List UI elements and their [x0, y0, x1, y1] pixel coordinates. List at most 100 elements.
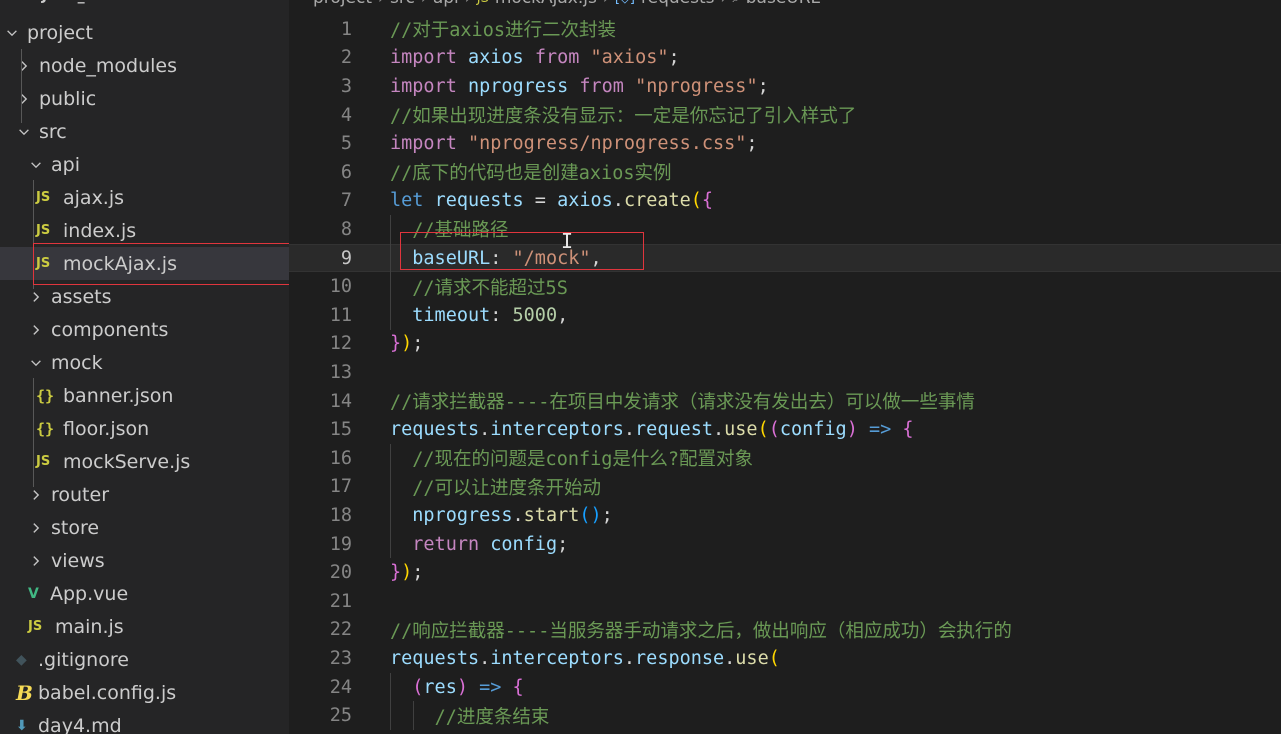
code-text: //请求拦截器----在项目中发请求（请求没有发出去）可以做一些事情 [390, 388, 975, 414]
tree-item-node-modules[interactable]: node_modules [0, 49, 289, 82]
code-line[interactable]: 9 baseURL: "/mock", [289, 243, 1281, 273]
code-line[interactable]: 16 //现在的问题是config是什么?配置对象 [289, 444, 1281, 473]
code-line[interactable]: 5 import "nprogress/nprogress.css"; [289, 129, 1281, 158]
tree-item-api[interactable]: api [0, 148, 289, 181]
breadcrumb-separator-icon: › [465, 0, 471, 7]
code-line[interactable]: 25 //进度条结束 [289, 701, 1281, 730]
breadcrumb-item[interactable]: project [313, 0, 372, 8]
breadcrumb-item[interactable]: src [390, 0, 415, 8]
code-token: axios [467, 47, 524, 69]
code-token: { [902, 419, 914, 441]
tree-item-ajax-js[interactable]: JS ajax.js [0, 181, 289, 214]
chevron-down-icon [4, 16, 20, 49]
git-file-icon: ◆ [16, 651, 27, 668]
code-token: //响应拦截器----当服务器手动请求之后，做出响应（相应成功）会执行的 [390, 620, 1012, 642]
code-token: "nprogress/nprogress.css" [467, 133, 747, 155]
tree-item-src[interactable]: src [0, 115, 289, 148]
line-number: 5 [340, 133, 352, 155]
code-line[interactable]: 10 //请求不能超过5S [289, 272, 1281, 301]
code-line[interactable]: 1 //对于axios进行二次封装 [289, 15, 1281, 44]
line-number: 19 [329, 533, 352, 555]
code-line[interactable]: 18 nprogress.start(); [289, 501, 1281, 530]
code-line[interactable]: 7 let requests = axios.create({ [289, 187, 1281, 216]
breadcrumb-item[interactable]: requests [641, 0, 714, 8]
tree-item-router[interactable]: router [0, 478, 289, 511]
code-token: . [612, 190, 624, 212]
tree-item-index-js[interactable]: JS index.js [0, 214, 289, 247]
code-token: 5000 [512, 304, 558, 326]
tree-item-views[interactable]: views [0, 544, 289, 577]
indent-guide [33, 180, 34, 289]
indent-guide [21, 49, 22, 123]
breadcrumb-item[interactable]: mockAjax.js [495, 0, 597, 8]
code-line[interactable]: 15 requests.interceptors.request.use((con… [289, 415, 1281, 444]
line-number: 15 [329, 419, 352, 441]
code-token: //基础路径 [412, 220, 509, 242]
code-text: //基础路径 [390, 216, 509, 242]
tree-item-babel-config-js[interactable]: Bbabel.config.js [0, 676, 289, 709]
tree-item-mock[interactable]: mock [0, 346, 289, 379]
code-line[interactable]: 19 return config; [289, 530, 1281, 559]
code-line[interactable]: 12}); [289, 330, 1281, 359]
tree-item-assets[interactable]: assets [0, 280, 289, 313]
code-line[interactable]: 6 //底下的代码也是创建axios实例 [289, 158, 1281, 187]
code-line[interactable]: 24 (res) => { [289, 673, 1281, 702]
code-token: . [512, 504, 524, 526]
code-text: import "nprogress/nprogress.css"; [390, 133, 758, 154]
tree-item-mockserve-js[interactable]: JS mockServe.js [0, 445, 289, 478]
property-icon: ⌕ [732, 0, 739, 6]
line-number: 24 [329, 676, 352, 698]
variable-icon: [◇] [615, 0, 635, 6]
tree-item-public[interactable]: public [0, 82, 289, 115]
code-line[interactable]: 11 timeout: 5000, [289, 301, 1281, 330]
code-line[interactable]: 14 //请求拦截器----在项目中发请求（请求没有发出去）可以做一些事情 [289, 387, 1281, 416]
code-token: import [390, 75, 457, 97]
code-token: requests [434, 190, 524, 212]
code-token: , [590, 247, 602, 269]
code-line[interactable]: 13 [289, 358, 1281, 387]
code-line[interactable]: 8 //基础路径 [289, 215, 1281, 244]
tree-item-app-vue[interactable]: V App.vue [0, 577, 289, 610]
code-text: //如果出现进度条没有显示：一定是你忘记了引入样式了 [390, 102, 856, 128]
code-token: //现在的问题是config是什么?配置对象 [412, 449, 754, 471]
code-editor[interactable]: 1 //对于axios进行二次封装 2 import axios from "axio… [289, 12, 1281, 734]
tree-item-store[interactable]: store [0, 511, 289, 544]
breadcrumb-item[interactable]: api [433, 0, 459, 8]
json-file-icon: {} [36, 386, 55, 405]
tree-item-gitignore[interactable]: ◆ .gitignore [0, 643, 289, 676]
tree-item-label: router [51, 483, 110, 506]
code-line[interactable]: 4 //如果出现进度条没有显示：一定是你忘记了引入样式了 [289, 101, 1281, 130]
code-line[interactable]: 21 [289, 587, 1281, 616]
code-line[interactable]: 2 import axios from "axios"; [289, 44, 1281, 73]
code-token: //请求拦截器----在项目中发请求（请求没有发出去）可以做一些事情 [390, 392, 975, 414]
tree-item-mockajax-js[interactable]: JS mockAjax.js [0, 247, 289, 280]
code-token: create [623, 190, 691, 212]
tree-item-project[interactable]: project [0, 16, 289, 49]
tree-item-label: babel.config.js [38, 681, 177, 704]
code-token: use [735, 647, 769, 669]
tree-item-main-js[interactable]: JS main.js [0, 610, 289, 643]
code-line[interactable]: 3 import nprogress from "nprogress"; [289, 72, 1281, 101]
code-text: return config; [390, 534, 568, 555]
code-token: interceptors [490, 419, 624, 441]
code-line[interactable]: 17 //可以让进度条开始动 [289, 473, 1281, 502]
code-token: : [490, 247, 513, 269]
tree-item-banner-json[interactable]: {} banner.json [0, 379, 289, 412]
code-token: nprogress [467, 75, 569, 97]
tree-item-components[interactable]: components [0, 313, 289, 346]
code-line[interactable]: 22 //响应拦截器----当服务器手动请求之后，做出响应（相应成功）会执行的 [289, 616, 1281, 645]
code-line[interactable]: 23 requests.interceptors.response.use( [289, 644, 1281, 673]
tree-item-day4-md[interactable]: ⬇ day4.md [0, 709, 289, 734]
indent-guide [390, 672, 391, 730]
code-token: } [390, 562, 402, 584]
code-text: import nprogress from "nprogress"; [390, 76, 769, 97]
code-line[interactable]: 20}); [289, 558, 1281, 587]
code-token: "/mock" [512, 247, 591, 269]
breadcrumb-item[interactable]: baseURL [746, 0, 820, 8]
code-token: ; [557, 533, 569, 555]
tree-item-floor-json[interactable]: {} floor.json [0, 412, 289, 445]
code-token: ; [746, 133, 758, 155]
